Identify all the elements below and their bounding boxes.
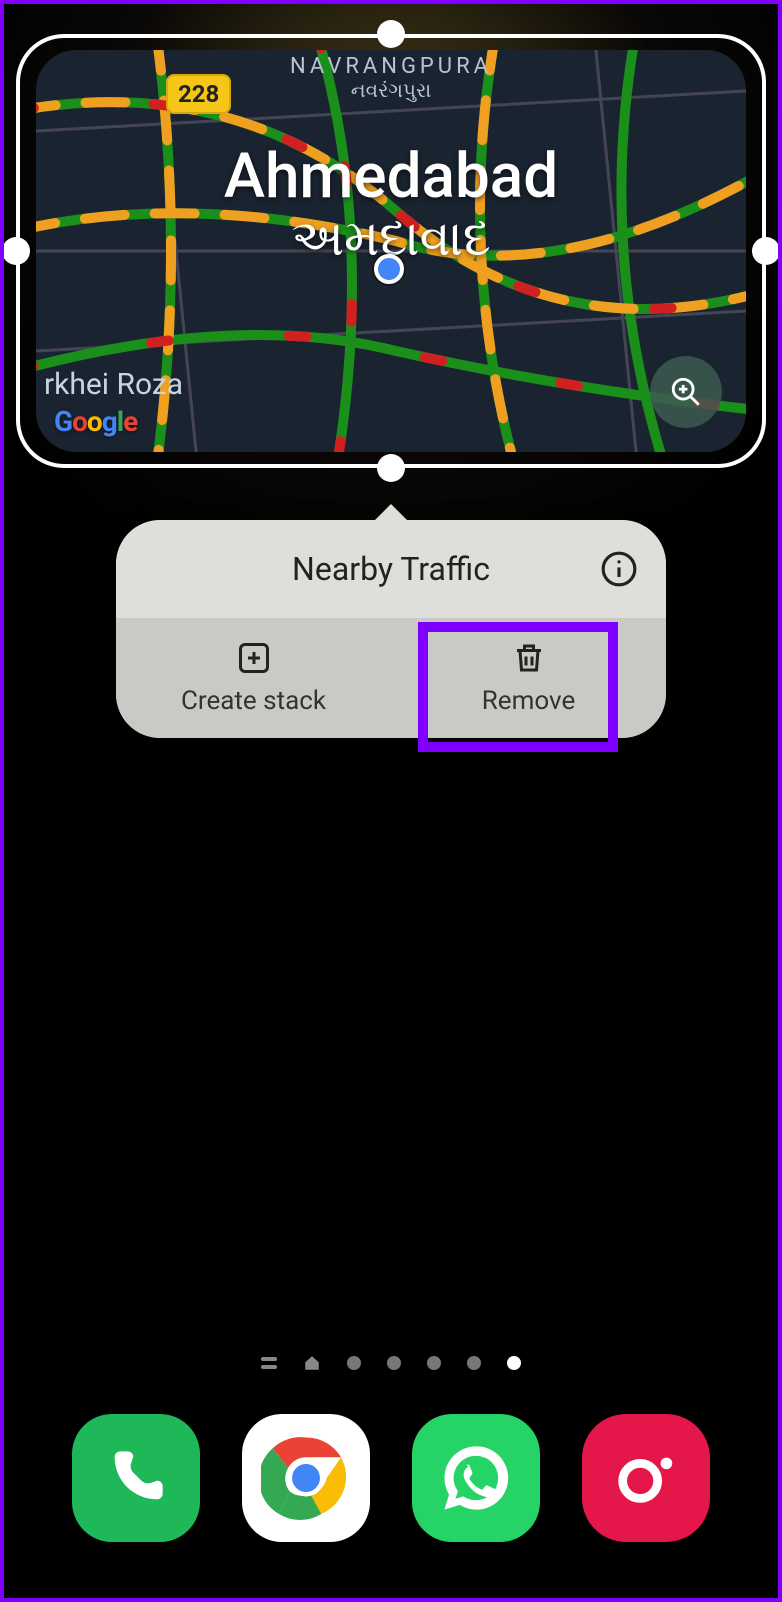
whatsapp-app[interactable]: [412, 1414, 540, 1542]
trash-icon: [511, 640, 547, 676]
map-canvas[interactable]: NAVRANGPURA નવરંગપુરા 228 Ahmedabad અમદા…: [36, 50, 746, 452]
chrome-app[interactable]: [242, 1414, 370, 1542]
route-shield: 228: [166, 74, 231, 114]
page-dot[interactable]: [467, 1356, 481, 1370]
create-stack-label: Create stack: [181, 686, 326, 716]
page-dot-active[interactable]: [507, 1356, 521, 1370]
popup-title: Nearby Traffic: [292, 550, 490, 588]
widget-context-menu: Nearby Traffic Create stack Remove: [116, 520, 666, 738]
maps-traffic-widget[interactable]: NAVRANGPURA નવરંગપુરા 228 Ahmedabad અમદા…: [16, 34, 766, 468]
city-label-en: Ahmedabad: [224, 140, 558, 213]
camera-app[interactable]: [582, 1414, 710, 1542]
poi-label: rkhei Roza: [44, 367, 183, 402]
apps-panel-indicator[interactable]: [261, 1357, 277, 1369]
plus-square-icon: [236, 640, 272, 676]
chrome-icon: [261, 1433, 351, 1523]
phone-icon: [104, 1446, 168, 1510]
remove-button[interactable]: Remove: [391, 618, 666, 738]
magnify-plus-icon: [669, 375, 703, 409]
resize-handle-right[interactable]: [752, 237, 780, 265]
widget-info-button[interactable]: [600, 550, 638, 588]
zoom-in-button[interactable]: [650, 356, 722, 428]
phone-app[interactable]: [72, 1414, 200, 1542]
area-label-gu: નવરંગપુરા: [351, 78, 432, 102]
dock: [0, 1414, 782, 1542]
area-label-en: NAVRANGPURA: [290, 54, 492, 79]
resize-handle-bottom[interactable]: [377, 454, 405, 482]
page-dot[interactable]: [427, 1356, 441, 1370]
resize-handle-top[interactable]: [377, 20, 405, 48]
google-attribution: Google: [54, 405, 137, 438]
resize-handle-left[interactable]: [2, 237, 30, 265]
current-location-dot: [374, 254, 404, 284]
page-dot[interactable]: [387, 1356, 401, 1370]
page-dot[interactable]: [347, 1356, 361, 1370]
popup-header: Nearby Traffic: [116, 520, 666, 618]
camera-icon: [611, 1443, 681, 1513]
whatsapp-icon: [438, 1440, 514, 1516]
info-icon: [600, 550, 638, 588]
page-indicator[interactable]: [261, 1354, 521, 1372]
create-stack-button[interactable]: Create stack: [116, 618, 391, 738]
home-page-indicator[interactable]: [303, 1354, 321, 1372]
remove-label: Remove: [482, 686, 575, 716]
